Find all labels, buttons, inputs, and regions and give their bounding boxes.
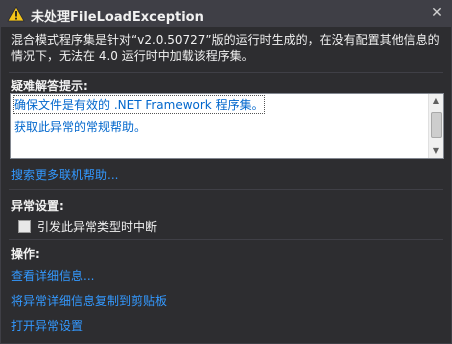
search-online-help-link[interactable]: 搜索更多联机帮助... [11, 166, 118, 183]
divider [9, 72, 443, 73]
tip-link-general-help[interactable]: 获取此异常的常规帮助。 [14, 118, 146, 135]
close-button[interactable]: ✕ [429, 5, 445, 21]
troubleshooting-heading: 疑难解答提示: [11, 79, 88, 93]
warning-icon [7, 6, 25, 22]
tip-link-valid-assembly[interactable]: 确保文件是有效的 .NET Framework 程序集。 [13, 95, 265, 114]
scroll-thumb[interactable] [431, 112, 442, 138]
divider [9, 189, 443, 190]
scroll-up-arrow-icon[interactable]: ▲ [429, 94, 443, 108]
actions-heading: 操作: [11, 247, 40, 261]
title-bar: 未处理FileLoadException ✕ [1, 1, 451, 27]
exception-settings-heading: 异常设置: [11, 199, 64, 213]
break-on-exception-label[interactable]: 引发此异常类型时中断 [37, 218, 157, 235]
dialog-title: 未处理FileLoadException [31, 10, 204, 25]
break-on-exception-checkbox[interactable] [18, 220, 31, 233]
scroll-down-arrow-icon[interactable]: ▼ [429, 144, 443, 158]
exception-message: 混合模式程序集是针对“v2.0.50727”版的运行时生成的，在没有配置其他信息… [11, 33, 440, 63]
divider [9, 239, 443, 240]
open-exception-settings-link[interactable]: 打开异常设置 [11, 317, 83, 334]
view-details-link[interactable]: 查看详细信息... [11, 267, 94, 284]
copy-details-link[interactable]: 将异常详细信息复制到剪贴板 [11, 292, 167, 309]
tips-scrollbar[interactable]: ▲ ▼ [428, 94, 443, 158]
exception-dialog: 未处理FileLoadException ✕ 混合模式程序集是针对“v2.0.5… [0, 0, 452, 344]
troubleshooting-tips-list[interactable]: 确保文件是有效的 .NET Framework 程序集。 获取此异常的常规帮助。… [10, 93, 444, 159]
